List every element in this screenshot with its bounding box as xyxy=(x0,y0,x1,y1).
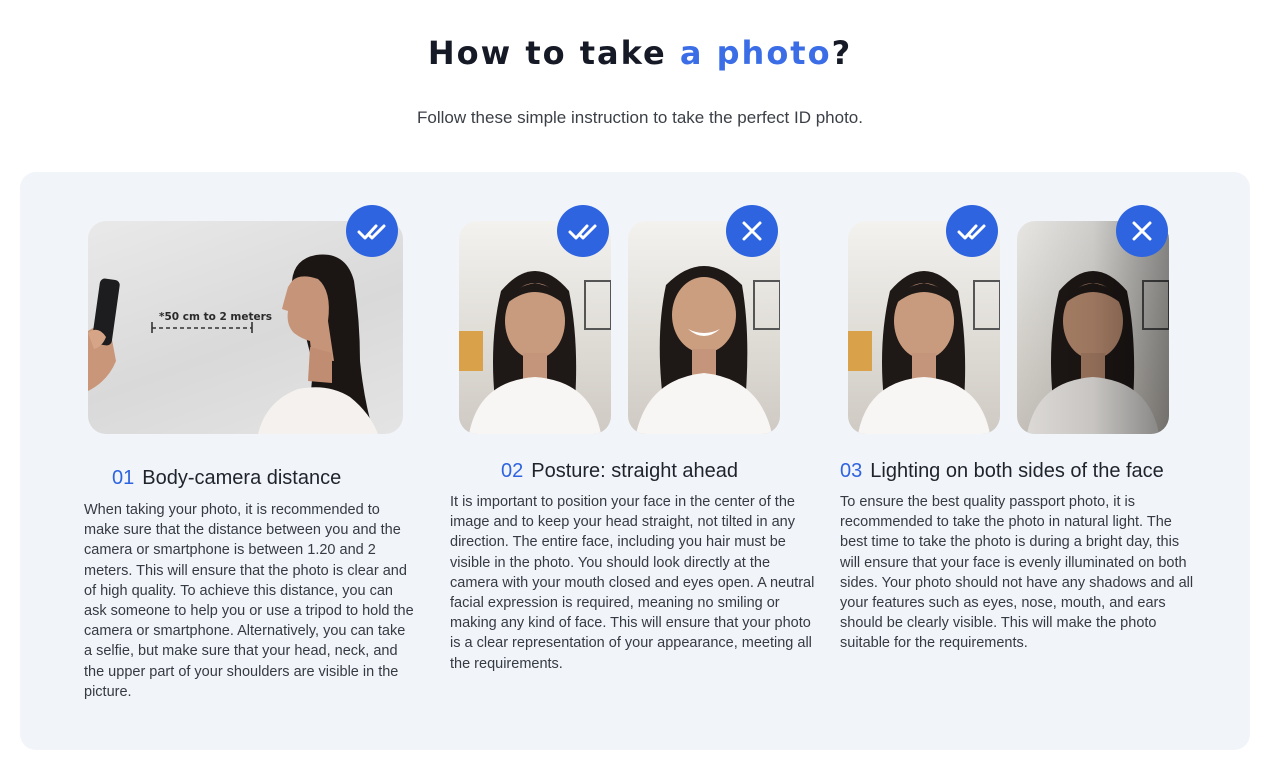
incorrect-badge xyxy=(1116,205,1168,257)
page-title: How to take a photo? xyxy=(0,34,1280,72)
side-profile-illustration xyxy=(88,254,378,434)
step-title: Posture: straight ahead xyxy=(531,460,739,482)
correct-badge xyxy=(346,205,398,257)
title-prefix: How to take xyxy=(427,34,680,72)
step-heading: 03 Lighting on both sides of the face xyxy=(840,460,1164,483)
side-profile-photo: *50 cm to 2 meters xyxy=(88,221,403,434)
step-description: It is important to position your face in… xyxy=(450,494,815,672)
step-heading: 02 Posture: straight ahead xyxy=(501,460,738,483)
double-check-icon xyxy=(568,224,597,240)
page-subtitle: Follow these simple instruction to take … xyxy=(416,108,863,127)
step-description: When taking your photo, it is recommende… xyxy=(84,502,414,700)
double-check-icon xyxy=(357,224,386,240)
step-title: Body-camera distance xyxy=(142,467,342,489)
step-number: 02 xyxy=(501,460,524,482)
correct-badge xyxy=(946,205,998,257)
double-check-icon xyxy=(957,224,986,240)
step-number: 03 xyxy=(840,460,863,482)
step-description: To ensure the best quality passport phot… xyxy=(840,494,1194,652)
title-accent: a photo xyxy=(679,34,832,72)
correct-badge xyxy=(557,205,609,257)
close-icon xyxy=(742,221,762,241)
step-number: 01 xyxy=(112,467,135,489)
close-icon xyxy=(1132,221,1152,241)
incorrect-badge xyxy=(726,205,778,257)
step-heading: 01 Body-camera distance xyxy=(112,467,341,490)
title-suffix: ? xyxy=(831,34,853,72)
distance-label: *50 cm to 2 meters xyxy=(159,311,273,323)
step-title: Lighting on both sides of the face xyxy=(870,460,1164,482)
